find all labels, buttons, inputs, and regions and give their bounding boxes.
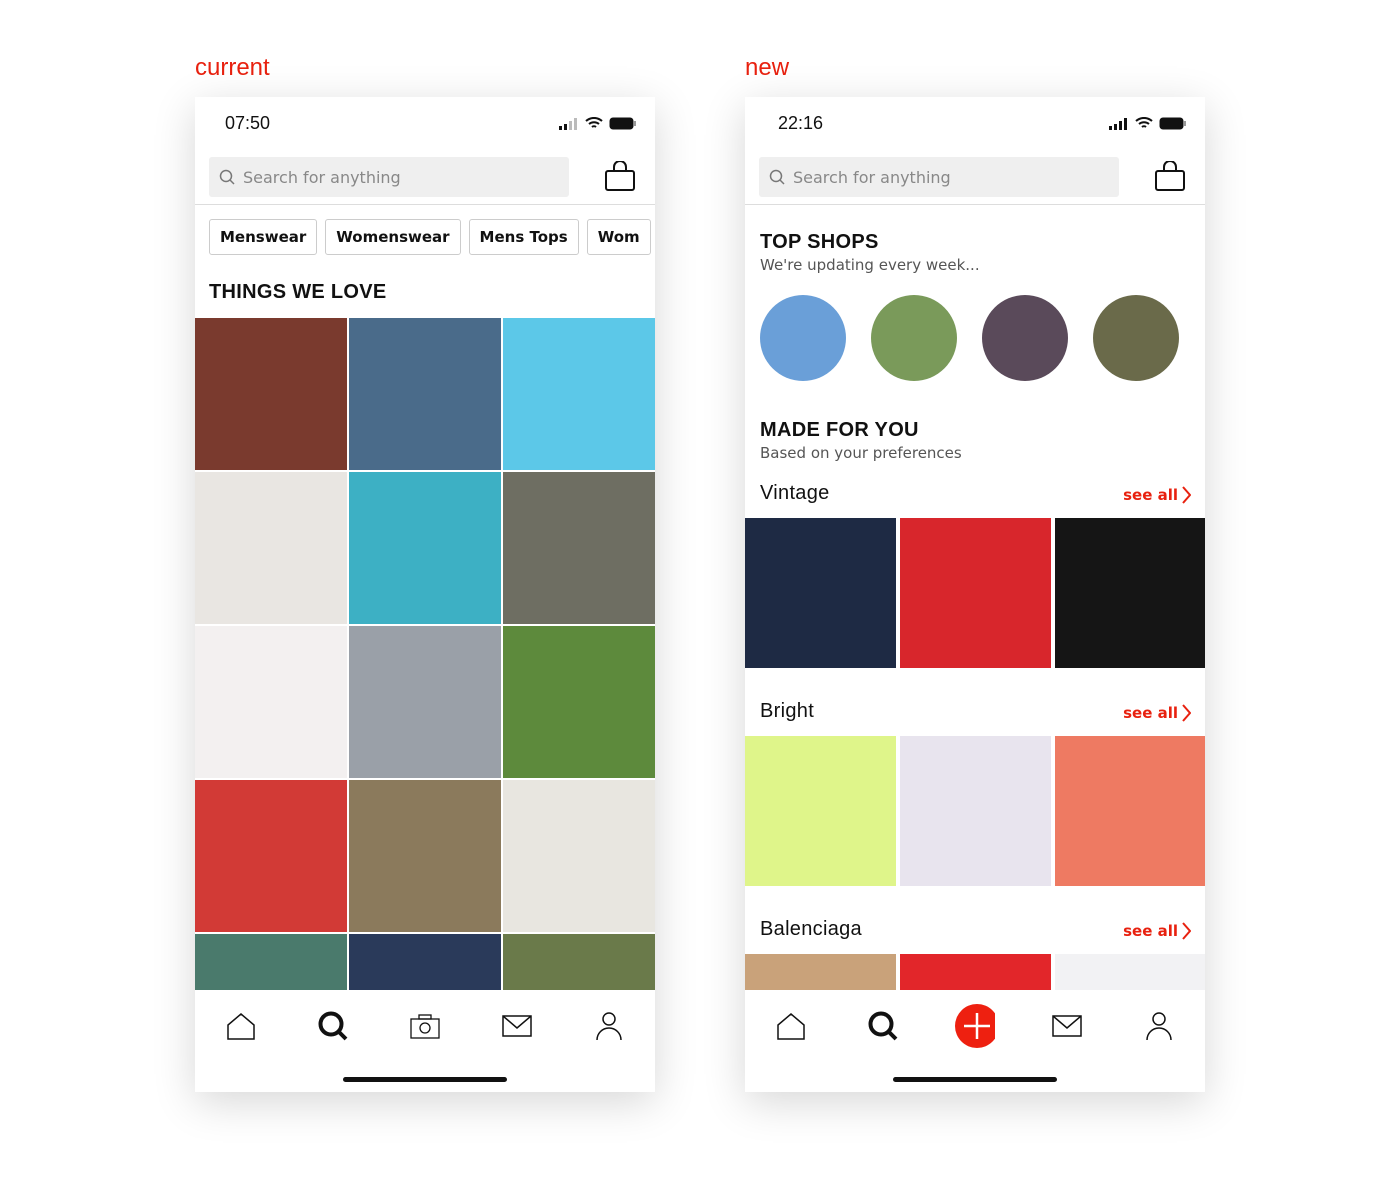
section-title: THINGS WE LOVE (209, 281, 387, 303)
category-chips: Menswear Womenswear Mens Tops Wom (209, 219, 651, 255)
search-input[interactable]: Search for anything (759, 157, 1119, 197)
product-image[interactable] (195, 318, 347, 470)
home-indicator (893, 1077, 1057, 1082)
nav-profile[interactable] (589, 1006, 629, 1046)
status-icons (1109, 117, 1187, 130)
nav-messages[interactable] (497, 1006, 537, 1046)
see-all-link[interactable]: see all (1123, 704, 1191, 722)
product-row (745, 736, 1205, 886)
product-image[interactable] (349, 934, 501, 990)
profile-icon (1146, 1012, 1172, 1041)
wifi-icon (585, 117, 603, 128)
shopping-bag-icon[interactable] (605, 161, 635, 191)
search-icon (318, 1011, 348, 1041)
product-image[interactable] (195, 934, 347, 990)
nav-sell[interactable] (955, 1004, 995, 1048)
home-icon (777, 1013, 805, 1040)
product-image[interactable] (503, 318, 655, 470)
see-all-label: see all (1123, 704, 1178, 722)
chevron-right-icon (1182, 922, 1191, 940)
phone-new: 22:16 Search for anything TOP SHOPS We'r… (745, 97, 1205, 1092)
product-row (745, 518, 1205, 668)
search-placeholder: Search for anything (793, 167, 951, 187)
search-placeholder: Search for anything (243, 167, 401, 187)
home-indicator (343, 1077, 507, 1082)
chip-menswear[interactable]: Menswear (209, 219, 318, 255)
top-shops-list (760, 295, 1179, 381)
made-for-you-subtitle: Based on your preferences (760, 444, 962, 462)
home-icon (227, 1013, 255, 1040)
product-image[interactable] (745, 736, 896, 886)
shopping-bag-icon[interactable] (1155, 161, 1185, 191)
chevron-right-icon (1182, 704, 1191, 722)
status-time: 07:50 (225, 113, 271, 133)
signal-icon (1109, 117, 1127, 130)
product-image[interactable] (1055, 736, 1205, 886)
wifi-icon (1135, 117, 1153, 128)
plus-icon (955, 1004, 995, 1048)
nav-camera[interactable] (405, 1006, 445, 1046)
nav-search[interactable] (313, 1006, 353, 1046)
product-image[interactable] (503, 472, 655, 624)
product-image[interactable] (900, 736, 1051, 886)
chevron-right-icon (1182, 486, 1191, 504)
shop-avatar[interactable] (1093, 295, 1179, 381)
status-icons (559, 117, 637, 130)
search-icon (219, 169, 235, 185)
nav-messages[interactable] (1047, 1006, 1087, 1046)
signal-icon (559, 117, 577, 130)
top-shops-subtitle: We're updating every week... (760, 256, 980, 274)
battery-icon (1159, 117, 1186, 130)
search-icon (769, 169, 785, 185)
see-all-label: see all (1123, 486, 1178, 504)
shop-avatar[interactable] (760, 295, 846, 381)
see-all-link[interactable]: see all (1123, 922, 1191, 940)
see-all-label: see all (1123, 922, 1178, 940)
section-title: Vintage (760, 482, 830, 504)
mail-icon (502, 1015, 532, 1037)
mail-icon (1052, 1015, 1082, 1037)
product-image[interactable] (349, 472, 501, 624)
label-new: new (745, 54, 790, 81)
nav-home[interactable] (221, 1006, 261, 1046)
product-image[interactable] (900, 518, 1051, 668)
product-grid (195, 318, 655, 990)
product-image[interactable] (745, 518, 896, 668)
product-image[interactable] (503, 626, 655, 778)
phone-current: 07:50 Search for anything Menswear Women… (195, 97, 655, 1092)
product-image[interactable] (349, 626, 501, 778)
nav-home[interactable] (771, 1006, 811, 1046)
divider (195, 204, 655, 205)
product-image[interactable] (195, 472, 347, 624)
section-title: Balenciaga (760, 918, 862, 940)
product-image[interactable] (349, 318, 501, 470)
shop-avatar[interactable] (871, 295, 957, 381)
chip-mens-tops[interactable]: Mens Tops (468, 219, 579, 255)
label-current: current (195, 54, 270, 81)
top-shops-title: TOP SHOPS (760, 231, 879, 253)
product-image[interactable] (349, 780, 501, 932)
battery-icon (609, 117, 636, 130)
product-image[interactable] (195, 780, 347, 932)
product-image[interactable] (503, 934, 655, 990)
made-for-you-title: MADE FOR YOU (760, 419, 919, 441)
nav-profile[interactable] (1139, 1006, 1179, 1046)
chip-womenswear[interactable]: Womenswear (325, 219, 461, 255)
divider (745, 204, 1205, 205)
shop-avatar[interactable] (982, 295, 1068, 381)
chip-partial[interactable]: Wom (586, 219, 651, 255)
nav-search[interactable] (863, 1006, 903, 1046)
camera-icon (410, 1014, 440, 1039)
product-image[interactable] (503, 780, 655, 932)
search-input[interactable]: Search for anything (209, 157, 569, 197)
status-time: 22:16 (778, 113, 824, 133)
product-image[interactable] (1055, 518, 1205, 668)
search-icon (868, 1011, 898, 1041)
section-title: Bright (760, 700, 815, 722)
profile-icon (596, 1012, 622, 1041)
see-all-link[interactable]: see all (1123, 486, 1191, 504)
product-image[interactable] (195, 626, 347, 778)
